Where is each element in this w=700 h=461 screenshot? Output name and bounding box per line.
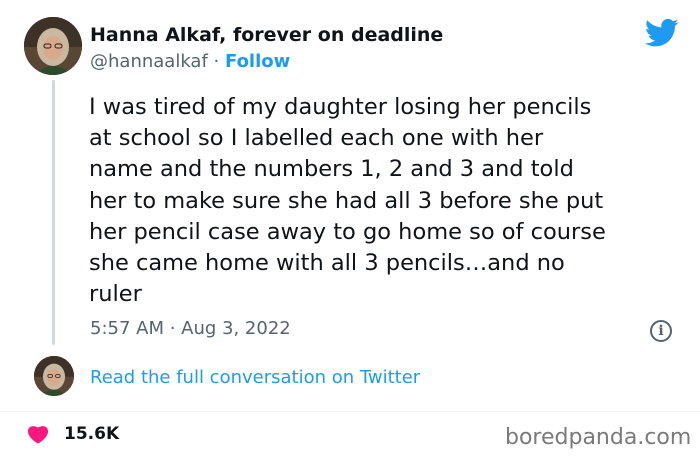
tweet-text: I was tired of my daughter losing her pe…	[89, 94, 606, 308]
heart-icon[interactable]	[27, 424, 49, 444]
info-icon[interactable]: i	[650, 320, 672, 342]
author-avatar[interactable]	[24, 17, 82, 75]
follow-button[interactable]: Follow	[225, 51, 290, 72]
twitter-bird-icon[interactable]	[645, 18, 679, 48]
author-handle-line: @hannaalkaf · Follow	[90, 51, 290, 72]
watermark: boredpanda.com	[505, 425, 692, 450]
thread-line	[52, 80, 55, 345]
author-name[interactable]: Hanna Alkaf, forever on deadline	[90, 24, 443, 46]
read-conversation-link[interactable]: Read the full conversation on Twitter	[90, 367, 420, 388]
separator-dot: ·	[213, 51, 220, 72]
author-handle[interactable]: @hannaalkaf	[90, 51, 208, 72]
small-avatar[interactable]	[34, 356, 74, 396]
divider	[0, 411, 700, 412]
tweet-timestamp[interactable]: 5:57 AM · Aug 3, 2022	[90, 318, 291, 339]
like-count: 15.6K	[64, 424, 120, 444]
